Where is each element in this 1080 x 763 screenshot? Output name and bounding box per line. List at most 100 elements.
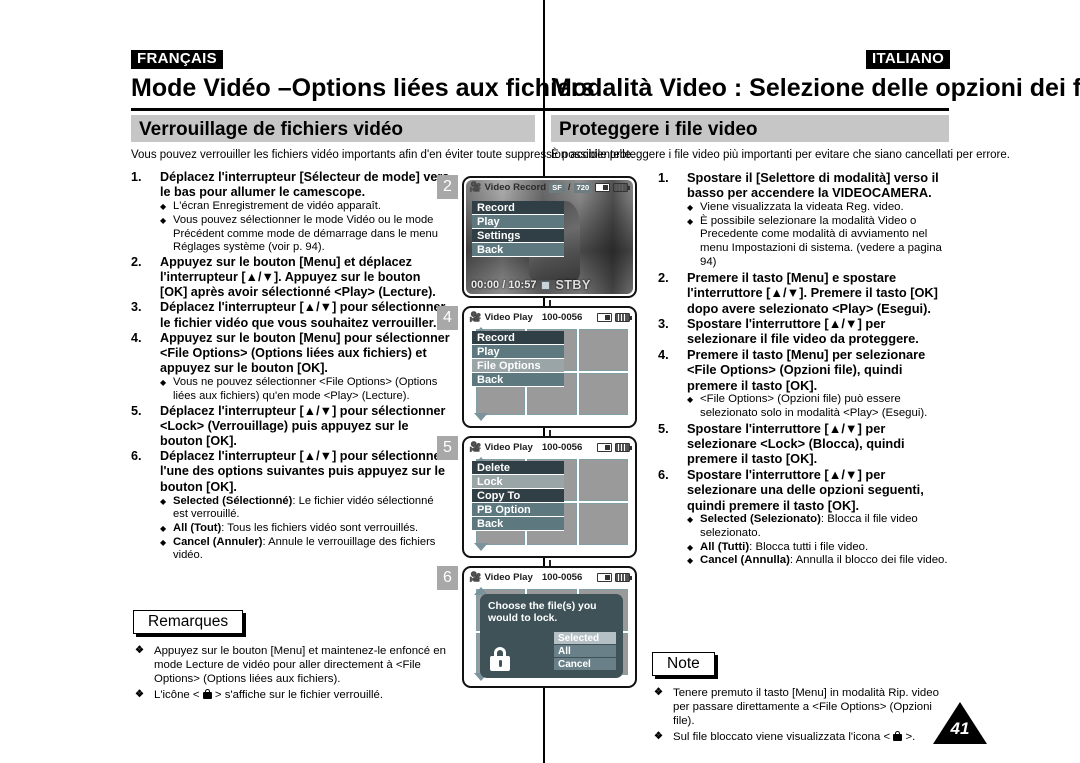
step-number: 2. bbox=[658, 269, 669, 285]
step-item: 2. Premere il tasto [Menu] e spostare l'i… bbox=[658, 270, 950, 316]
thumbnail[interactable] bbox=[578, 373, 628, 415]
bullet-item: Vous pouvez sélectionner le mode Vidéo o… bbox=[160, 214, 451, 255]
page-number-badge: 41 bbox=[933, 702, 987, 744]
step-text: Déplacez l'interrupteur [▲/▼] pour sélec… bbox=[160, 300, 446, 330]
step-bullets: Viene visualizzata la videata Reg. video… bbox=[687, 201, 950, 270]
step-text: Déplacez l'interrupteur [▲/▼] pour sélec… bbox=[160, 449, 446, 494]
step-bullets: Selected (Sélectionné): Le fichier vidéo… bbox=[160, 495, 451, 563]
lcd-title: Video Play bbox=[484, 312, 533, 323]
bullet-item: Selected (Sélectionné): Le fichier vidéo… bbox=[160, 495, 451, 522]
camcorder-icon: 🎥 bbox=[469, 181, 482, 193]
step-text: Spostare il [Selettore di modalità] vers… bbox=[687, 170, 939, 201]
steps-list-italian: 1. Spostare il [Selettore di modalità] ve… bbox=[658, 170, 950, 569]
chapter-title-french: Mode Vidéo –Options liées aux fichiers bbox=[131, 74, 595, 102]
menu-item[interactable]: Copy To bbox=[472, 489, 564, 503]
menu-item[interactable]: Back bbox=[472, 243, 564, 257]
step-text: Appuyez sur le bouton [Menu] et déplacez… bbox=[160, 254, 436, 300]
lcd-menu-file-options[interactable]: Record Play File Options Back bbox=[472, 331, 564, 387]
lcd-menu-video-record[interactable]: Record Play Settings Back bbox=[472, 201, 564, 257]
step-bullets: L'écran Enregistrement de vidéo apparaît… bbox=[160, 200, 451, 254]
note-item: L'icône < > s'affiche sur le fichier ver… bbox=[131, 688, 461, 703]
step-number: 6. bbox=[658, 466, 669, 482]
step-marker-2: 2 bbox=[437, 175, 458, 199]
chip-separator: / bbox=[567, 182, 571, 193]
bullet-item: Selected (Selezionato): Blocca il file v… bbox=[687, 513, 950, 541]
step-item: 6. Spostare l'interruttore [▲/▼] per sele… bbox=[658, 466, 950, 569]
step-item: 3. Spostare l'interruttore [▲/▼] per sele… bbox=[658, 316, 950, 347]
menu-item[interactable]: Delete bbox=[472, 461, 564, 475]
chapter-title-italian: Modalità Video : Selezione delle opzioni… bbox=[551, 74, 1080, 102]
scroll-down-arrow-icon[interactable] bbox=[474, 543, 488, 551]
steps-list-french: 1. Déplacez l'interrupteur [Sélecteur de … bbox=[131, 170, 451, 563]
step-item: 4. Premere il tasto [Menu] per selezionar… bbox=[658, 347, 950, 421]
battery-icon bbox=[613, 183, 631, 192]
step-number: 5. bbox=[131, 403, 142, 418]
menu-item[interactable]: Play bbox=[472, 345, 564, 359]
dialog-option[interactable]: Selected bbox=[554, 632, 616, 645]
step-bullets: Vous ne pouvez sélectionner <File Option… bbox=[160, 376, 451, 403]
note-item: Tenere premuto il tasto [Menu] in modali… bbox=[650, 686, 950, 729]
manual-page: FRANÇAIS Mode Vidéo –Options liées aux f… bbox=[0, 0, 1080, 763]
timecode: 00:00 / 10:57 bbox=[471, 279, 537, 291]
step-number: 3. bbox=[658, 316, 669, 332]
lcd-status-bar: 🎥 Video Record SF / 720 bbox=[466, 180, 633, 195]
memory-card-icon bbox=[597, 443, 612, 452]
bullet-item: Cancel (Annuler): Annule le verrouillage… bbox=[160, 536, 451, 563]
step-text: Déplacez l'interrupteur [▲/▼] pour sélec… bbox=[160, 403, 446, 448]
step-number: 3. bbox=[131, 300, 142, 315]
step-text: Premere il tasto [Menu] per selezionare … bbox=[687, 346, 926, 393]
thumbnail[interactable] bbox=[578, 329, 628, 371]
page-number-label: 41 bbox=[950, 719, 970, 738]
step-number: 6. bbox=[131, 449, 142, 464]
lcd-menu-lock[interactable]: Delete Lock Copy To PB Option Back bbox=[472, 461, 564, 531]
bullet-item: All (Tutti): Blocca tutti i file video. bbox=[687, 541, 950, 555]
lcd-title: Video Record bbox=[484, 182, 547, 193]
menu-item[interactable]: Settings bbox=[472, 229, 564, 243]
thumbnail[interactable] bbox=[578, 503, 628, 545]
bullet-item: Cancel (Annulla): Annulla il blocco dei … bbox=[687, 554, 950, 568]
file-number: 100-0056 bbox=[541, 572, 583, 583]
step-item: 3. Déplacez l'interrupteur [▲/▼] pour sél… bbox=[131, 300, 451, 330]
step-text: Spostare l'interruttore [▲/▼] per selezi… bbox=[687, 420, 905, 467]
section-title-italian: Proteggere i file video bbox=[551, 115, 949, 142]
step-bullets: Selected (Selezionato): Blocca il file v… bbox=[687, 513, 950, 569]
bullet-item: Viene visualizzata la videata Reg. video… bbox=[687, 201, 950, 215]
lcd-screen-video-record: 🎥 Video Record SF / 720 Record Play Settin… bbox=[462, 176, 637, 298]
lock-icon bbox=[893, 730, 903, 741]
menu-item[interactable]: Play bbox=[472, 215, 564, 229]
file-number: 100-0056 bbox=[541, 442, 583, 453]
bullet-item: All (Tout): Tous les fichiers vidéo sont… bbox=[160, 522, 451, 536]
dialog-option[interactable]: Cancel bbox=[554, 658, 616, 671]
step-text: Appuyez sur le bouton [Menu] pour sélect… bbox=[160, 330, 450, 376]
section-intro-italian: È possibile proteggere i file video più … bbox=[551, 149, 1010, 161]
menu-item[interactable]: File Options bbox=[472, 359, 564, 373]
menu-item[interactable]: Lock bbox=[472, 475, 564, 489]
bullet-item: L'écran Enregistrement de vidéo apparaît… bbox=[160, 200, 451, 214]
step-number: 5. bbox=[658, 420, 669, 436]
menu-item[interactable]: Back bbox=[472, 373, 564, 387]
battery-icon bbox=[615, 443, 632, 452]
dialog-option[interactable]: All bbox=[554, 645, 616, 658]
memory-card-icon bbox=[597, 573, 612, 582]
dialog-message: Choose the file(s) you would to lock. bbox=[488, 601, 597, 625]
menu-item[interactable]: Record bbox=[472, 201, 564, 215]
record-status-bar: 00:00 / 10:57 STBY bbox=[466, 278, 633, 292]
scroll-down-arrow-icon[interactable] bbox=[474, 413, 488, 421]
step-item: 1. Déplacez l'interrupteur [Sélecteur de … bbox=[131, 170, 451, 255]
thumbnail[interactable] bbox=[578, 459, 628, 501]
camcorder-icon: 🎥 bbox=[469, 441, 482, 453]
file-number: 100-0056 bbox=[541, 312, 583, 323]
stby-indicator-icon bbox=[541, 280, 551, 290]
dialog-options[interactable]: Selected All Cancel bbox=[554, 632, 616, 671]
menu-item[interactable]: PB Option bbox=[472, 503, 564, 517]
menu-item[interactable]: Back bbox=[472, 517, 564, 531]
lcd-title: Video Play bbox=[484, 442, 533, 453]
menu-item[interactable]: Record bbox=[472, 331, 564, 345]
step-item: 2. Appuyez sur le bouton [Menu] et déplac… bbox=[131, 255, 451, 301]
step-number: 2. bbox=[131, 254, 142, 269]
camcorder-icon: 🎥 bbox=[469, 311, 482, 323]
step-marker-4: 4 bbox=[437, 306, 458, 330]
memory-card-icon bbox=[597, 313, 612, 322]
notes-list-italian: Tenere premuto il tasto [Menu] in modali… bbox=[650, 686, 950, 745]
lcd-title: Video Play bbox=[484, 572, 533, 583]
